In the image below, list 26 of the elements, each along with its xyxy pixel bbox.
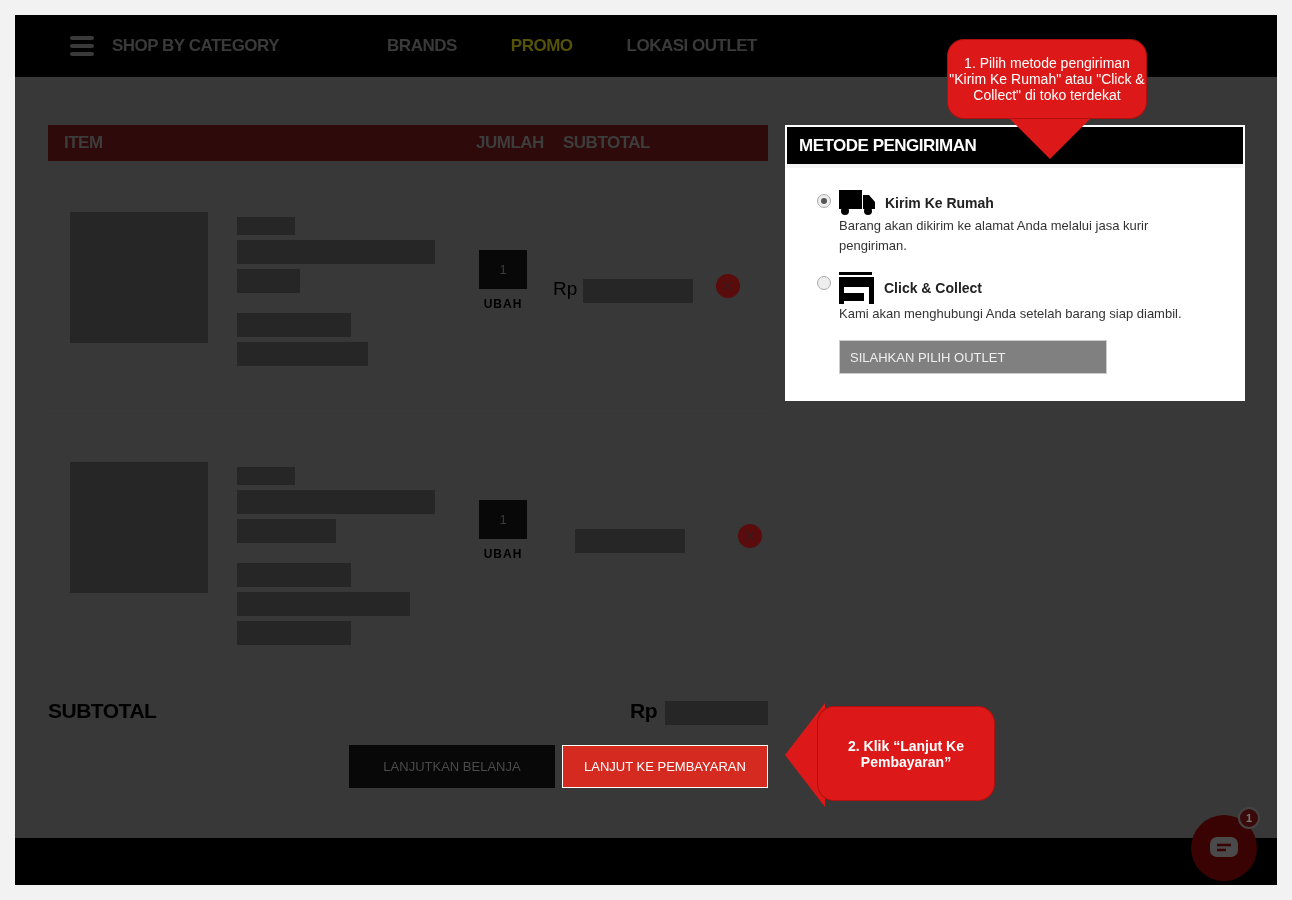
nav-link[interactable]: PROMO: [510, 36, 573, 56]
nav-link[interactable]: BRANDS: [387, 36, 457, 56]
option-title: Click & Collect: [884, 280, 983, 296]
truck-icon: [839, 190, 875, 216]
subtotal-label: SUBTOTAL: [48, 698, 157, 723]
change-link[interactable]: UBAH: [483, 547, 523, 561]
checkout-button[interactable]: LANJUT KE PEMBAYARAN: [562, 745, 768, 788]
notification-badge: 1: [1238, 807, 1260, 829]
menu-icon[interactable]: [70, 34, 94, 58]
continue-shopping-button[interactable]: LANJUTKAN BELANJA: [349, 745, 555, 788]
remove-icon[interactable]: [738, 524, 762, 548]
choose-outlet-button[interactable]: SILAHKAN PILIH OUTLET: [839, 340, 1107, 374]
remove-icon[interactable]: [716, 274, 740, 298]
option-description: Kami akan menghubungi Anda setelah barang siap diambil.: [839, 305, 1183, 323]
radio-button[interactable]: [817, 194, 831, 208]
option-description: Barang akan dikirim ke alamat Anda melalui jasa kurir pengiriman.: [839, 217, 1150, 255]
panel-title: METODE PENGIRIMAN: [799, 135, 977, 156]
radio-button[interactable]: [817, 276, 831, 290]
store-icon: [839, 272, 874, 304]
chat-icon: [1210, 837, 1238, 859]
currency-label: Rp: [553, 277, 578, 300]
nav-link[interactable]: SHOP BY CATEGORY: [112, 36, 280, 56]
option-title: Kirim Ke Rumah: [885, 195, 994, 211]
nav-link[interactable]: LOKASI OUTLET: [626, 36, 757, 56]
currency-label: Rp: [630, 698, 657, 723]
change-link[interactable]: UBAH: [483, 297, 523, 311]
